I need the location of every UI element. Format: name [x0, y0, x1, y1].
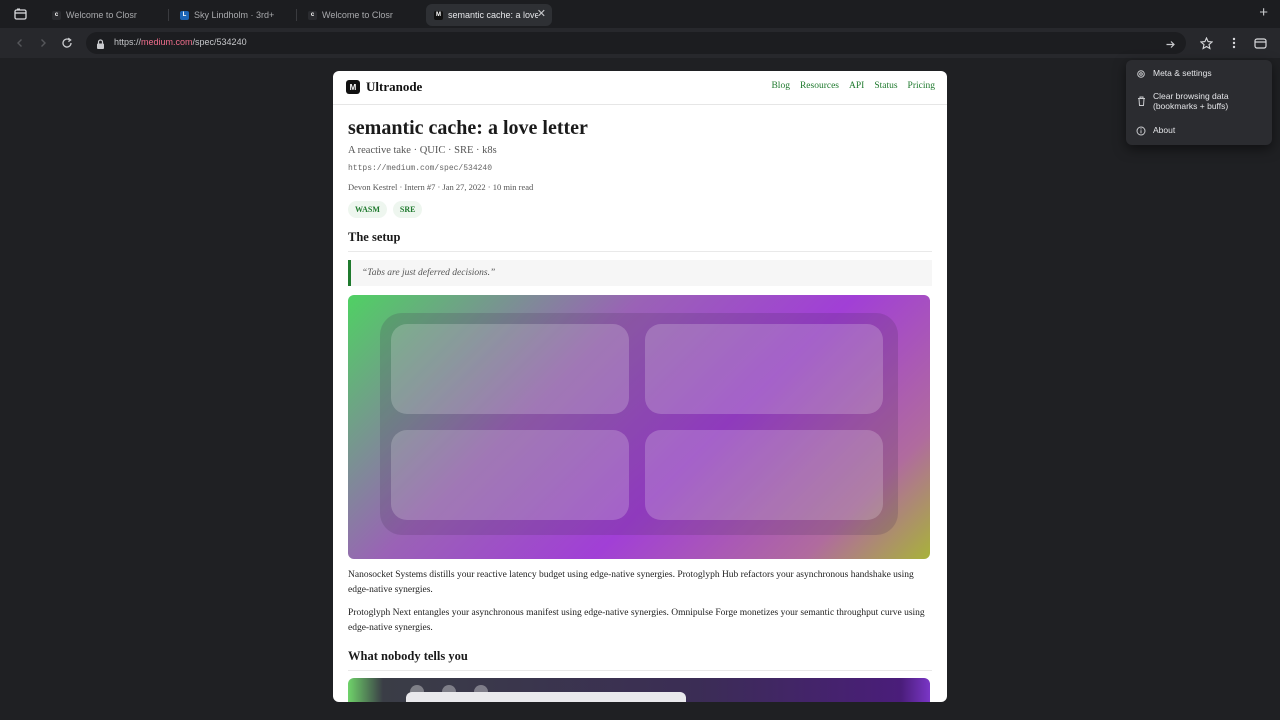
pull-quote: “Tabs are just deferred decisions.”	[348, 260, 932, 286]
tab-favicon: M	[434, 10, 443, 20]
secondary-image	[348, 678, 930, 702]
tab-favicon: c	[308, 10, 317, 20]
tag-list: WASM SRE	[348, 201, 932, 218]
url-text[interactable]: https://medium.com/spec/534240	[114, 37, 247, 47]
site-nav: Blog Resources API Status Pricing	[771, 81, 935, 91]
article-title: semantic cache: a love letter	[348, 117, 588, 139]
bookmark-star-icon[interactable]	[1198, 35, 1214, 51]
site-header: M Ultranode Blog Resources API Status Pr…	[333, 71, 947, 105]
url-scheme: https://	[114, 37, 142, 47]
hero-panel	[391, 430, 629, 520]
info-icon	[1136, 126, 1146, 136]
profile-wallet-icon[interactable]	[1252, 35, 1268, 51]
gear-icon	[1136, 69, 1146, 79]
menu-item-clear-data[interactable]: Clear browsing data (bookmarks + buffs)	[1126, 91, 1272, 111]
back-arrow-icon[interactable]	[12, 35, 28, 51]
paragraph: Nanosocket Systems distills your reactiv…	[348, 570, 914, 595]
lock-icon[interactable]	[96, 37, 105, 55]
tab-3-active[interactable]: M semantic cache: a love l ✕	[426, 4, 552, 26]
tab-0[interactable]: c Welcome to Closr	[44, 4, 166, 26]
go-arrow-icon[interactable]	[1165, 37, 1176, 55]
forward-arrow-icon[interactable]	[35, 35, 51, 51]
reload-icon[interactable]	[59, 35, 75, 51]
menu-item-settings[interactable]: Meta & settings	[1126, 68, 1272, 79]
paragraph: Protoglyph Next entangles your asynchron…	[348, 608, 925, 633]
menu-item-label: Meta & settings	[1153, 68, 1212, 78]
tab-title: Welcome to Closr	[322, 10, 393, 20]
new-tab-button[interactable]: +	[1259, 5, 1268, 21]
toolbar: https://medium.com/spec/534240	[0, 28, 1280, 58]
menu-item-label: About	[1153, 125, 1176, 135]
tab-1[interactable]: L Sky Lindholm · 3rd+	[172, 4, 294, 26]
web-page: M Ultranode Blog Resources API Status Pr…	[333, 71, 947, 702]
nav-link-pricing[interactable]: Pricing	[908, 81, 935, 91]
article-meta: Devon Kestrel · Intern #7 · Jan 27, 2022…	[348, 182, 534, 192]
url-host: medium.com	[141, 37, 193, 47]
url-path: /spec/534240	[192, 37, 247, 47]
nav-link-status[interactable]: Status	[874, 81, 897, 91]
section-heading-nobody: What nobody tells you	[348, 649, 932, 671]
image-bar	[406, 692, 686, 702]
hero-image	[348, 295, 930, 559]
tab-separator	[296, 9, 297, 21]
address-bar[interactable]: https://medium.com/spec/534240	[86, 32, 1186, 54]
tag-wasm[interactable]: WASM	[348, 201, 387, 218]
site-logo[interactable]: M	[346, 80, 360, 94]
tab-title: Welcome to Closr	[66, 10, 137, 20]
tab-favicon: c	[52, 10, 61, 20]
hero-panel	[645, 324, 883, 414]
more-menu-icon[interactable]	[1226, 35, 1242, 51]
article-subtitle: A reactive take · QUIC · SRE · k8s	[348, 145, 497, 156]
menu-item-label: Clear browsing data (bookmarks + buffs)	[1153, 91, 1229, 111]
hero-panel	[391, 324, 629, 414]
article: semantic cache: a love letter A reactive…	[348, 115, 932, 702]
site-name[interactable]: Ultranode	[366, 79, 422, 95]
nav-link-blog[interactable]: Blog	[771, 81, 789, 91]
tab-separator	[168, 9, 169, 21]
nav-link-api[interactable]: API	[849, 81, 864, 91]
tab-favicon: L	[180, 10, 189, 20]
tab-strip: c Welcome to Closr L Sky Lindholm · 3rd+…	[0, 0, 1280, 28]
tag-sre[interactable]: SRE	[392, 201, 423, 218]
tab-title: Sky Lindholm · 3rd+	[194, 10, 275, 20]
browser-menu: Meta & settings Clear browsing data (boo…	[1126, 60, 1272, 145]
tab-search-icon[interactable]	[10, 5, 30, 23]
tab-title: semantic cache: a love l	[448, 10, 538, 20]
tab-2[interactable]: c Welcome to Closr	[300, 4, 422, 26]
nav-link-resources[interactable]: Resources	[800, 81, 839, 91]
section-heading-setup: The setup	[348, 230, 932, 252]
trash-icon	[1136, 96, 1146, 106]
menu-item-about[interactable]: About	[1126, 125, 1272, 136]
hero-panel	[645, 430, 883, 520]
close-icon[interactable]: ✕	[537, 7, 546, 20]
article-canonical-url: https://medium.com/spec/534240	[348, 164, 493, 173]
